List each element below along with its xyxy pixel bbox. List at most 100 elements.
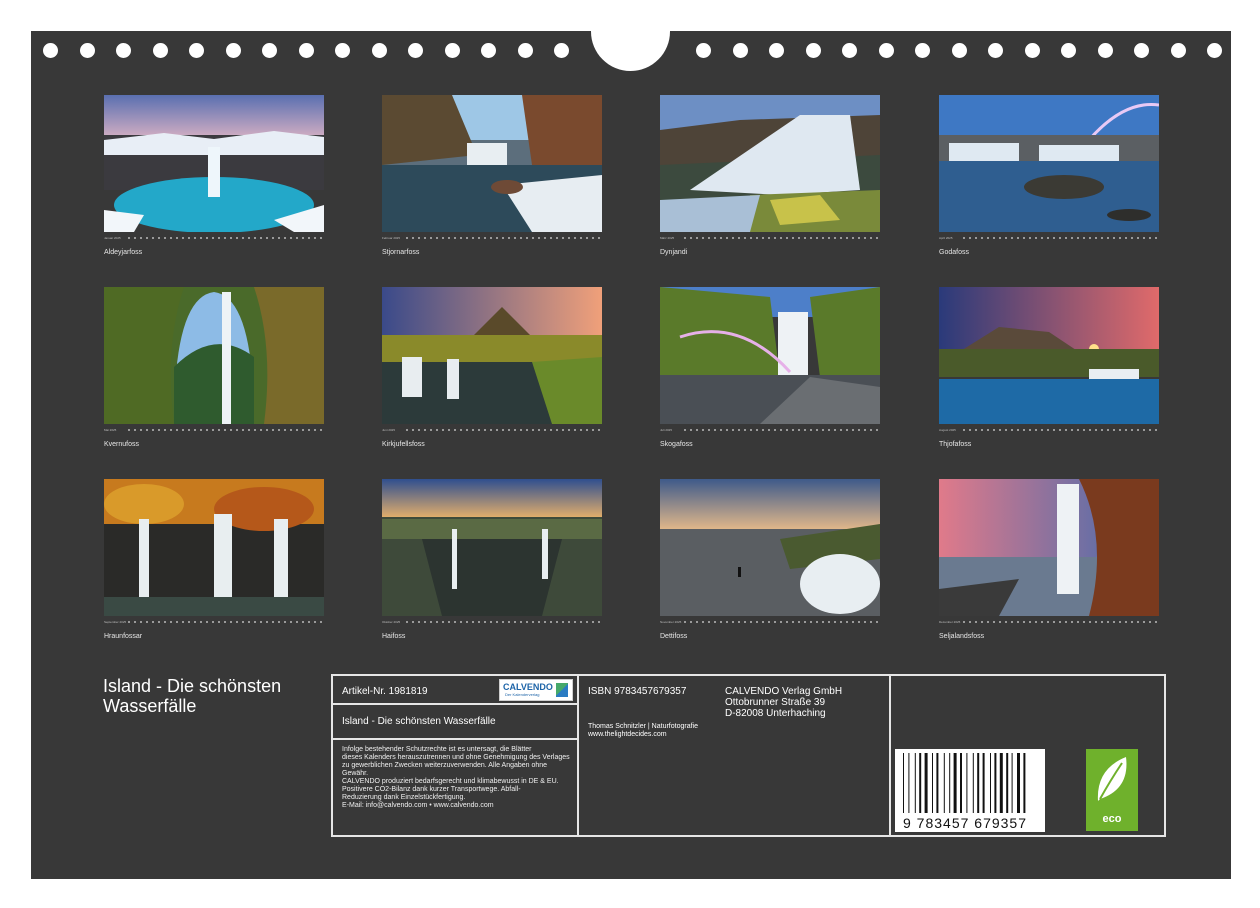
day-ticks (406, 429, 602, 431)
month-caption: Hraunfossar (104, 633, 143, 640)
month-thumbnail-september[interactable]: September 2025 Hraunfossar (104, 479, 324, 640)
calendar-day-strip: Dezember 2025 (939, 620, 1159, 624)
month-label: Mai 2025 (104, 428, 117, 432)
binding-hole (1097, 43, 1113, 58)
month-label: Januar 2025 (104, 236, 121, 240)
photo-haifoss (382, 479, 602, 616)
month-caption: Haifoss (382, 633, 406, 640)
publisher-city: D-82008 Unterhaching (725, 708, 826, 719)
month-caption: Stjornarfoss (382, 249, 420, 256)
barcode-bar (972, 753, 974, 813)
calendar-day-strip: Juli 2025 (660, 428, 880, 432)
leaf-icon (1097, 757, 1127, 801)
binding-hole (696, 43, 711, 58)
month-caption: Kvernufoss (104, 441, 140, 448)
isbn: ISBN 9783457679357 (588, 686, 687, 697)
calendar-day-strip: April 2025 (939, 236, 1159, 240)
binding-hole (951, 43, 967, 58)
divider (577, 676, 579, 835)
binding-hole (116, 43, 131, 58)
month-label: Dezember 2025 (939, 620, 961, 624)
binding-hole (335, 43, 350, 58)
calendar-day-strip: Februar 2025 (382, 236, 602, 240)
photo-aldeyjarfoss (104, 95, 324, 232)
divider (333, 738, 577, 740)
binding-hole (262, 43, 277, 58)
legal-line: dieses Kalenders herauszutrennen und ohn… (342, 754, 570, 761)
month-caption: Seljalandsfoss (939, 633, 985, 640)
legal-line: E-Mail: info@calvendo.com • www.calvendo… (342, 802, 494, 809)
photo-kirkjufellsfoss (382, 287, 602, 424)
binding-hole (444, 43, 460, 58)
barcode-bar (932, 753, 933, 813)
day-ticks (128, 237, 324, 239)
month-label: November 2025 (660, 620, 682, 624)
month-thumbnail-november[interactable]: November 2025 Dettifoss (660, 479, 880, 640)
binding-hole (481, 43, 496, 58)
month-caption: Dettifoss (660, 633, 688, 640)
binding-hole (732, 43, 748, 58)
barcode-bar (936, 753, 939, 813)
binding-hole (554, 43, 569, 58)
barcode-bar (999, 753, 1003, 813)
month-thumbnail-june[interactable]: Juni 2025 Kirkjufellsfoss (382, 287, 602, 448)
month-caption: Thjofafoss (939, 441, 972, 448)
binding-hole (152, 43, 168, 58)
binding-hole (805, 43, 821, 58)
day-ticks (406, 621, 602, 623)
month-label: April 2025 (939, 236, 953, 240)
photo-seljalandsfoss (939, 479, 1159, 616)
month-thumbnail-july[interactable]: Juli 2025 Skogafoss (660, 287, 880, 448)
month-thumbnail-december[interactable]: Dezember 2025 Seljalandsfoss (939, 479, 1159, 640)
month-thumbnail-october[interactable]: Oktober 2025 Haifoss (382, 479, 602, 640)
month-label: Oktober 2025 (382, 620, 401, 624)
month-thumbnail-may[interactable]: Mai 2025 Kvernufoss (104, 287, 324, 448)
barcode-bar (908, 753, 910, 813)
day-ticks (406, 237, 602, 239)
publisher-name: CALVENDO Verlag GmbH (725, 686, 843, 697)
binding-hole (298, 43, 314, 58)
calendar-title: Island - Die schönsten Wasserfälle (103, 676, 282, 716)
barcode-bar (1006, 753, 1009, 813)
calendar-day-strip: März 2025 (660, 236, 880, 240)
eco-badge: eco (1086, 749, 1138, 831)
barcode-bar (990, 753, 991, 813)
binding-hole (769, 43, 784, 58)
day-ticks (684, 429, 880, 431)
photo-dynjandi (660, 95, 880, 232)
binding-hole (878, 43, 894, 58)
calendar-day-strip: Mai 2025 (104, 428, 324, 432)
binding-hole (988, 43, 1003, 58)
day-ticks (963, 621, 1159, 623)
barcode-bar (994, 753, 997, 813)
barcode-bar (977, 753, 980, 813)
month-thumbnail-april[interactable]: April 2025 Godafoss (939, 95, 1159, 256)
binding-hole (1170, 43, 1186, 58)
month-label: Februar 2025 (382, 236, 401, 240)
barcode-bar (1011, 753, 1013, 813)
logo-tagline: Der Kalenderverlag (505, 692, 540, 697)
divider (889, 676, 891, 835)
month-caption: Skogafoss (660, 441, 693, 448)
month-thumbnail-january[interactable]: Januar 2025 Aldeyjarfoss (104, 95, 324, 256)
month-caption: Godafoss (939, 249, 969, 256)
legal-notice: Infolge bestehender Schutzrechte ist es … (342, 746, 574, 810)
logo-wordmark: CALVENDO (503, 682, 553, 692)
month-thumbnail-february[interactable]: Februar 2025 Stjornarfoss (382, 95, 602, 256)
month-label: Juli 2025 (660, 428, 673, 432)
barcode-bar (914, 753, 916, 813)
barcode-bar (903, 753, 904, 813)
barcode-bar (949, 753, 951, 813)
month-label: Juni 2025 (382, 428, 396, 432)
binding-hole (43, 43, 58, 58)
month-thumbnail-march[interactable]: März 2025 Dynjandi (660, 95, 880, 256)
month-label: September 2025 (104, 620, 127, 624)
calendar-day-strip: August 2025 (939, 428, 1159, 432)
binding-hole (517, 43, 533, 58)
day-ticks (684, 237, 880, 239)
calendar-day-strip: Oktober 2025 (382, 620, 602, 624)
barcode-bar (1017, 753, 1020, 813)
month-thumbnail-august[interactable]: August 2025 Thjofafoss (939, 287, 1159, 448)
photo-skogafoss (660, 287, 880, 424)
month-caption: Aldeyjarfoss (104, 249, 143, 256)
